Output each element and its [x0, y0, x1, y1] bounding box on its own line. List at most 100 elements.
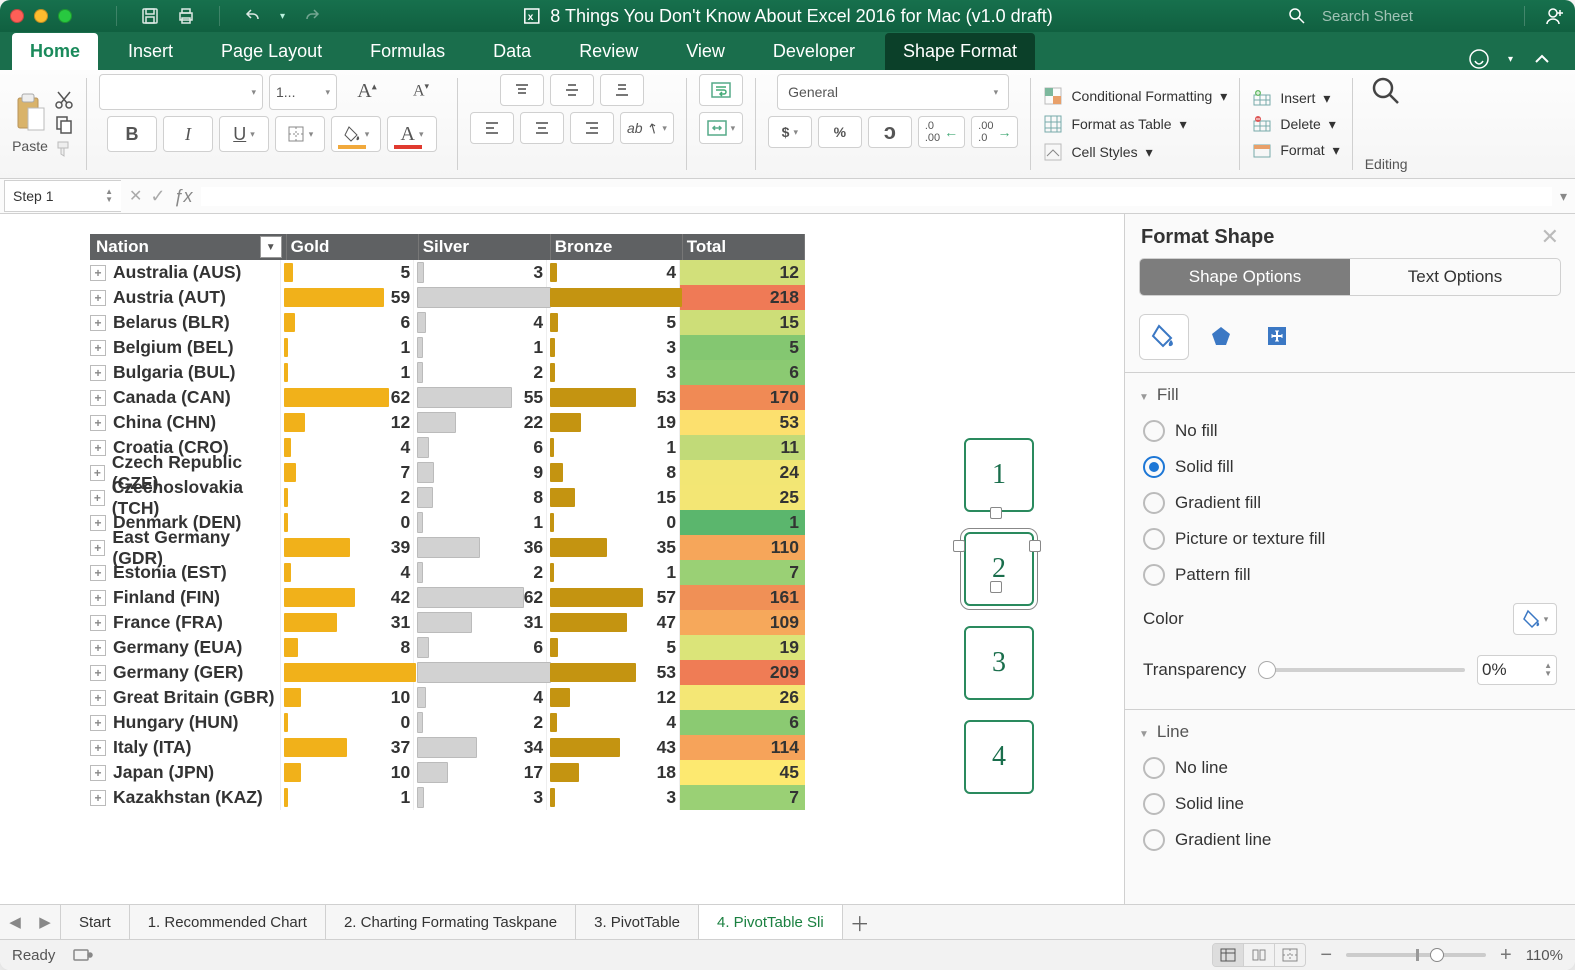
radio-icon[interactable] — [1143, 793, 1165, 815]
expand-icon[interactable]: + — [90, 715, 106, 731]
font-family-select[interactable]: ▾ — [99, 74, 263, 110]
line-option[interactable]: No line — [1139, 750, 1561, 786]
fill-color-swatch[interactable]: ▾ — [1513, 603, 1557, 635]
header-gold[interactable]: Gold — [287, 234, 419, 260]
table-row[interactable]: +Japan (JPN)10171845 — [90, 760, 805, 785]
tab-view[interactable]: View — [668, 33, 743, 70]
align-middle-icon[interactable] — [550, 74, 594, 106]
expand-icon[interactable]: + — [90, 390, 106, 406]
bold-button[interactable]: B — [107, 116, 157, 152]
tab-page-layout[interactable]: Page Layout — [203, 33, 340, 70]
table-row[interactable]: +France (FRA)313147109 — [90, 610, 805, 635]
fill-option[interactable]: Solid fill — [1139, 449, 1561, 485]
align-bottom-icon[interactable] — [600, 74, 644, 106]
table-row[interactable]: +Italy (ITA)373443114 — [90, 735, 805, 760]
orientation-icon[interactable]: ab↗▾ — [620, 112, 674, 144]
transparency-slider[interactable] — [1258, 668, 1465, 672]
fill-option[interactable]: No fill — [1139, 413, 1561, 449]
table-row[interactable]: +Bulgaria (BUL)1236 — [90, 360, 805, 385]
fill-option[interactable]: Picture or texture fill — [1139, 521, 1561, 557]
italic-button[interactable]: I — [163, 116, 213, 152]
tab-formulas[interactable]: Formulas — [352, 33, 463, 70]
radio-icon[interactable] — [1143, 420, 1165, 442]
shape-options-tab[interactable]: Shape Options — [1140, 259, 1350, 295]
comma-icon[interactable]: ͻ — [868, 116, 912, 148]
tab-home[interactable]: Home — [12, 33, 98, 70]
expand-icon[interactable]: + — [90, 415, 106, 431]
expand-icon[interactable]: + — [90, 315, 106, 331]
formula-input[interactable] — [201, 187, 1552, 206]
align-center-icon[interactable] — [520, 112, 564, 144]
table-row[interactable]: +Estonia (EST)4217 — [90, 560, 805, 585]
table-row[interactable]: +Kazakhstan (KAZ)1337 — [90, 785, 805, 810]
expand-icon[interactable]: + — [90, 465, 105, 481]
zoom-slider[interactable] — [1346, 953, 1486, 957]
normal-view-icon[interactable] — [1213, 944, 1244, 966]
zoom-in-icon[interactable]: + — [1500, 944, 1512, 967]
percent-icon[interactable]: % — [818, 116, 862, 148]
table-row[interactable]: +Belarus (BLR)64515 — [90, 310, 805, 335]
share-icon[interactable] — [1545, 6, 1565, 26]
decrease-decimal-icon[interactable]: .00.0→ — [971, 116, 1018, 148]
align-top-icon[interactable] — [500, 74, 544, 106]
prev-sheet-icon[interactable]: ◀ — [9, 913, 21, 931]
page-layout-view-icon[interactable] — [1244, 944, 1275, 966]
font-size-select[interactable]: 1...▾ — [269, 74, 337, 110]
cell-styles-button[interactable]: Cell Styles▾ — [1043, 142, 1227, 162]
header-nation[interactable]: Nation ▼ — [90, 234, 287, 260]
table-row[interactable]: +Germany (GER)787853209 — [90, 660, 805, 685]
conditional-formatting-button[interactable]: Conditional Formatting▾ — [1043, 86, 1227, 106]
sheet-tab[interactable]: 3. PivotTable — [576, 905, 699, 939]
page-break-view-icon[interactable] — [1275, 944, 1305, 966]
font-color-button[interactable]: A▾ — [387, 116, 437, 152]
fill-option[interactable]: Pattern fill — [1139, 557, 1561, 593]
next-sheet-icon[interactable]: ▶ — [39, 913, 51, 931]
expand-icon[interactable]: + — [90, 590, 106, 606]
sheet-tab[interactable]: 1. Recommended Chart — [130, 905, 326, 939]
fill-color-button[interactable]: ▾ — [331, 116, 381, 152]
table-row[interactable]: +East Germany (GDR)393635110 — [90, 535, 805, 560]
cancel-formula-icon[interactable]: ✕ — [129, 186, 142, 206]
expand-icon[interactable]: + — [90, 540, 105, 556]
expand-icon[interactable]: + — [90, 340, 106, 356]
increase-decimal-icon[interactable]: .0.00← — [918, 116, 965, 148]
merge-cells-icon[interactable]: ▾ — [699, 112, 743, 144]
table-row[interactable]: +Germany (EUA)86519 — [90, 635, 805, 660]
currency-icon[interactable]: $▾ — [768, 116, 812, 148]
fill-line-tab-icon[interactable] — [1139, 314, 1189, 360]
expand-icon[interactable]: + — [90, 640, 106, 656]
wrap-text-icon[interactable] — [699, 74, 743, 106]
slicer-1[interactable]: 1 — [964, 438, 1034, 512]
table-row[interactable]: +Austria (AUT)597881218 — [90, 285, 805, 310]
table-row[interactable]: +Canada (CAN)625553170 — [90, 385, 805, 410]
tab-data[interactable]: Data — [475, 33, 549, 70]
radio-icon[interactable] — [1143, 456, 1165, 478]
zoom-value[interactable]: 110% — [1526, 947, 1563, 964]
table-row[interactable]: +Great Britain (GBR)1041226 — [90, 685, 805, 710]
line-option[interactable]: Gradient line — [1139, 822, 1561, 858]
expand-icon[interactable]: + — [90, 615, 106, 631]
expand-icon[interactable]: + — [90, 440, 106, 456]
cut-icon[interactable] — [54, 90, 74, 110]
number-format-select[interactable]: General▾ — [777, 74, 1009, 110]
table-row[interactable]: +Australia (AUS)53412 — [90, 260, 805, 285]
align-left-icon[interactable] — [470, 112, 514, 144]
search-input[interactable] — [1320, 4, 1504, 28]
find-icon[interactable] — [1369, 74, 1403, 108]
paste-icon[interactable] — [12, 92, 48, 134]
tab-insert[interactable]: Insert — [110, 33, 191, 70]
format-painter-icon[interactable] — [54, 138, 74, 158]
table-row[interactable]: +China (CHN)12221953 — [90, 410, 805, 435]
save-icon[interactable] — [141, 7, 159, 25]
copy-icon[interactable] — [54, 114, 74, 134]
minimize-window-icon[interactable] — [34, 9, 48, 23]
size-properties-tab-icon[interactable] — [1253, 314, 1301, 358]
increase-font-icon[interactable]: A▴ — [343, 74, 391, 108]
radio-icon[interactable] — [1143, 528, 1165, 550]
close-pane-icon[interactable]: ✕ — [1541, 224, 1559, 250]
underline-button[interactable]: U▾ — [219, 116, 269, 152]
expand-icon[interactable]: + — [90, 365, 106, 381]
close-window-icon[interactable] — [10, 9, 24, 23]
radio-icon[interactable] — [1143, 829, 1165, 851]
expand-icon[interactable]: + — [90, 265, 106, 281]
